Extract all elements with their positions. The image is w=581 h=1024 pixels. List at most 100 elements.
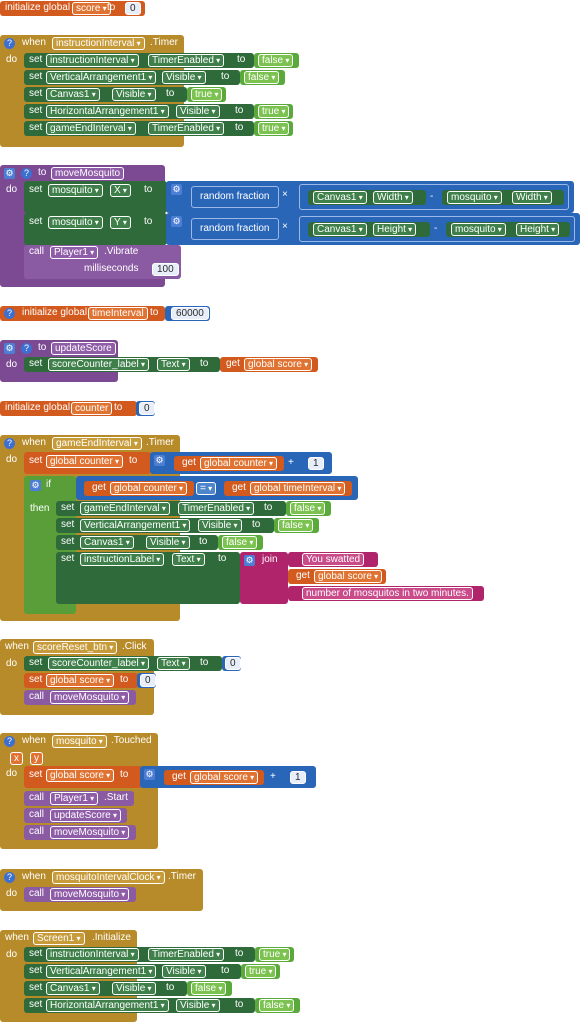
setter-row[interactable]: set gameEndInterval TimerEnabled to bbox=[56, 501, 286, 516]
logic-block[interactable]: false bbox=[218, 535, 263, 550]
component-dropdown[interactable]: Canvas1 bbox=[46, 88, 100, 101]
call-block[interactable]: call moveMosquito bbox=[24, 887, 136, 902]
setter-row[interactable]: set VerticalArrangement1 Visible to bbox=[24, 70, 240, 85]
getter-block[interactable]: get global score bbox=[288, 569, 386, 584]
property-dropdown[interactable]: Visible bbox=[112, 88, 156, 101]
math-add-block[interactable]: ⚙ get global counter + 1 bbox=[150, 452, 332, 474]
property-dropdown[interactable]: Visible bbox=[198, 519, 242, 532]
call-vibrate-block[interactable]: call Player1 .Vibrate milliseconds 100 bbox=[24, 245, 181, 279]
var-name-field[interactable]: counter bbox=[71, 402, 113, 415]
bool-dropdown[interactable]: false bbox=[258, 54, 294, 67]
join-block[interactable]: ⚙ join bbox=[240, 552, 288, 604]
property-dropdown[interactable]: TimerEnabled bbox=[148, 54, 225, 67]
procedure-dropdown[interactable]: moveMosquito bbox=[50, 691, 130, 704]
init-counter-block[interactable]: initialize global counter to bbox=[0, 401, 137, 416]
bool-dropdown[interactable]: true bbox=[191, 88, 223, 101]
logic-block[interactable]: false bbox=[255, 998, 300, 1013]
property-dropdown[interactable]: Visible bbox=[112, 982, 156, 995]
setter-row[interactable]: set instructionInterval TimerEnabled to bbox=[24, 947, 255, 962]
variable-dropdown[interactable]: global score bbox=[190, 771, 259, 784]
math-multiply-block[interactable]: ⚙ random fraction × Canvas1 Height - mos… bbox=[166, 213, 580, 245]
init-score-block[interactable]: initialize global score to 0 bbox=[0, 1, 145, 16]
call-block[interactable]: call updateScore bbox=[24, 808, 127, 823]
gear-icon[interactable]: ⚙ bbox=[244, 555, 255, 566]
bool-dropdown[interactable]: true bbox=[259, 948, 291, 961]
bool-dropdown[interactable]: true bbox=[245, 965, 277, 978]
component-dropdown[interactable]: scoreCounter_label bbox=[48, 358, 149, 371]
property-dropdown[interactable]: Width bbox=[373, 191, 413, 204]
property-dropdown[interactable]: Height bbox=[516, 223, 560, 236]
variable-dropdown[interactable]: global score bbox=[244, 358, 313, 371]
param-x[interactable]: x bbox=[10, 752, 23, 765]
variable-dropdown[interactable]: global score bbox=[46, 769, 115, 782]
getter-block[interactable]: get global score bbox=[220, 357, 318, 372]
component-dropdown[interactable]: mosquito bbox=[48, 184, 103, 197]
call-start-block[interactable]: call Player1 .Start bbox=[24, 791, 134, 806]
setter-row[interactable]: set scoreCounter_label Text to bbox=[24, 656, 222, 671]
compare-operator-dropdown[interactable]: = bbox=[196, 482, 217, 495]
init-time-block[interactable]: ? initialize global timeInterval to bbox=[0, 306, 165, 321]
setter-row[interactable]: set scoreCounter_label Text to bbox=[24, 357, 220, 372]
bool-dropdown[interactable]: true bbox=[258, 122, 290, 135]
math-subtract-block[interactable]: Canvas1 Height - mosquito Height bbox=[299, 216, 575, 242]
variable-dropdown[interactable]: global timeInterval bbox=[250, 482, 346, 495]
component-dropdown[interactable]: Canvas1 bbox=[313, 223, 367, 236]
call-block[interactable]: call moveMosquito bbox=[24, 825, 136, 840]
logic-block[interactable]: false bbox=[187, 981, 232, 996]
setter-row[interactable]: set Canvas1 Visible to bbox=[24, 87, 187, 102]
property-dropdown[interactable]: X bbox=[110, 184, 131, 197]
bool-dropdown[interactable]: false bbox=[278, 519, 314, 532]
component-dropdown[interactable]: gameEndInterval bbox=[46, 122, 136, 135]
getter-block[interactable]: mosquito Width bbox=[442, 190, 564, 205]
logic-block[interactable]: true bbox=[187, 87, 226, 102]
math-subtract-block[interactable]: Canvas1 Width - mosquito Width bbox=[299, 184, 569, 210]
component-dropdown[interactable]: mosquito bbox=[48, 216, 103, 229]
gear-icon[interactable]: ⚙ bbox=[171, 216, 182, 227]
logic-block[interactable]: false bbox=[286, 501, 331, 516]
getter-block[interactable]: Canvas1 Height bbox=[308, 222, 430, 237]
procedure-name-field[interactable]: updateScore bbox=[51, 342, 116, 355]
set-counter-block[interactable]: set global counter to bbox=[24, 452, 151, 474]
procedure-dropdown[interactable]: updateScore bbox=[50, 809, 121, 822]
set-score-block[interactable]: set global score to bbox=[24, 766, 142, 788]
logic-block[interactable]: false bbox=[240, 70, 285, 85]
param-y[interactable]: y bbox=[30, 752, 43, 765]
component-dropdown[interactable]: HorizontalArrangement1 bbox=[46, 105, 169, 118]
getter-block[interactable]: get global counter bbox=[84, 481, 194, 496]
bool-dropdown[interactable]: false bbox=[222, 536, 258, 549]
logic-block[interactable]: false bbox=[274, 518, 319, 533]
logic-block[interactable]: true bbox=[254, 104, 293, 119]
component-dropdown[interactable]: VerticalArrangement1 bbox=[46, 71, 157, 84]
component-dropdown[interactable]: mosquito bbox=[52, 735, 107, 748]
text-block[interactable]: number of mosquitos in two minutes. bbox=[288, 586, 484, 601]
logic-block[interactable]: true bbox=[254, 121, 293, 136]
help-icon[interactable]: ? bbox=[4, 38, 15, 49]
property-dropdown[interactable]: TimerEnabled bbox=[148, 122, 225, 135]
property-dropdown[interactable]: Visible bbox=[176, 105, 220, 118]
component-dropdown[interactable]: instructionLabel bbox=[80, 553, 165, 566]
component-dropdown[interactable]: instructionInterval bbox=[46, 948, 139, 961]
number-field[interactable]: 1 bbox=[308, 457, 324, 470]
number-field[interactable]: 0 bbox=[140, 674, 156, 687]
component-dropdown[interactable]: scoreReset_btn bbox=[33, 641, 118, 654]
getter-block[interactable]: get global counter bbox=[174, 456, 284, 471]
help-icon[interactable]: ? bbox=[21, 343, 32, 354]
component-dropdown[interactable]: Player1 bbox=[50, 792, 99, 805]
setter-row-y[interactable]: set mosquito Y to bbox=[24, 213, 167, 245]
compare-block[interactable]: get global counter = get global timeInte… bbox=[76, 476, 358, 500]
number-block[interactable]: 0 bbox=[222, 656, 241, 671]
setter-row[interactable]: set VerticalArrangement1 Visible to bbox=[56, 518, 274, 533]
component-dropdown[interactable]: VerticalArrangement1 bbox=[80, 519, 191, 532]
property-dropdown[interactable]: Width bbox=[512, 191, 552, 204]
help-icon[interactable]: ? bbox=[21, 168, 32, 179]
component-dropdown[interactable]: VerticalArrangement1 bbox=[46, 965, 157, 978]
math-multiply-block[interactable]: ⚙ random fraction × Canvas1 Width - mosq… bbox=[166, 181, 574, 213]
component-dropdown[interactable]: mosquitoIntervalClock bbox=[52, 871, 165, 884]
variable-dropdown[interactable]: global counter bbox=[200, 457, 278, 470]
bool-dropdown[interactable]: false bbox=[259, 999, 295, 1012]
number-field[interactable]: 60000 bbox=[171, 307, 209, 320]
property-dropdown[interactable]: Text bbox=[172, 553, 205, 566]
gear-icon[interactable]: ⚙ bbox=[154, 455, 165, 466]
property-dropdown[interactable]: Visible bbox=[176, 999, 220, 1012]
bool-dropdown[interactable]: true bbox=[258, 105, 290, 118]
